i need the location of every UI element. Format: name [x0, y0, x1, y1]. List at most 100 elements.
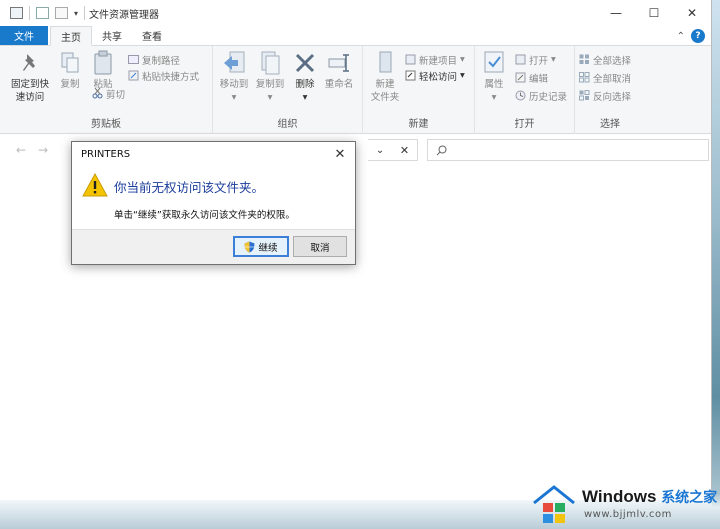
new-group: 新建 文件夹 新建项目 ▾ 轻松访问 ▾ 新建: [363, 46, 475, 134]
copy-to-chevron-icon: ▾: [267, 92, 273, 103]
title-bar: ▾ 文件资源管理器 — ☐ ✕: [0, 0, 711, 26]
dialog-title-bar: PRINTERS ✕: [72, 142, 355, 167]
pin-quick-access-button[interactable]: 固定到快 速访问: [8, 50, 52, 104]
minimize-button[interactable]: —: [597, 0, 635, 26]
dialog-footer: 继续 取消: [72, 229, 355, 264]
select-none-icon: [579, 72, 590, 83]
ribbon-collapse-chevron-icon[interactable]: ⌃: [677, 31, 685, 42]
new-folder-icon: [373, 50, 397, 76]
continue-label: 继续: [258, 242, 278, 254]
history-button[interactable]: 历史记录: [515, 88, 567, 103]
dialog-body: 你当前无权访问该文件夹。 单击“继续”获取永久访问该文件夹的权限。: [72, 167, 355, 230]
tab-view[interactable]: 查看: [132, 26, 172, 45]
open-icon: [515, 54, 526, 65]
invert-selection-button[interactable]: 反向选择: [579, 88, 631, 103]
paste-shortcut-button[interactable]: 粘贴快捷方式: [128, 68, 199, 83]
copy-button[interactable]: 复制: [56, 50, 84, 91]
open-chevron-icon: ▾: [551, 54, 556, 65]
copy-icon: [58, 50, 82, 76]
cancel-label: 取消: [310, 242, 330, 254]
copy-to-label: 复制到: [255, 79, 285, 90]
copy-path-button[interactable]: 复制路径: [128, 52, 180, 67]
properties-label: 属性: [484, 79, 504, 90]
select-all-button[interactable]: 全部选择: [579, 52, 631, 67]
new-item-icon: [405, 54, 416, 65]
site-watermark: Windows 系统之家 www.bjjmlv.com: [530, 481, 720, 529]
edit-button[interactable]: 编辑: [515, 70, 548, 85]
delete-x-icon: [293, 50, 317, 76]
delete-chevron-icon: ▾: [302, 92, 308, 103]
easy-access-button[interactable]: 轻松访问 ▾: [405, 68, 465, 83]
delete-label: 删除: [295, 79, 315, 90]
forward-arrow-icon[interactable]: →: [38, 143, 48, 157]
select-none-button[interactable]: 全部取消: [579, 70, 631, 85]
invert-selection-label: 反向选择: [593, 91, 632, 103]
toolbar-separator: [84, 6, 86, 20]
cut-button[interactable]: 剪切: [92, 86, 125, 101]
continue-button[interactable]: 继续: [233, 236, 289, 257]
dialog-main-message: 你当前无权访问该文件夹。: [114, 180, 265, 195]
select-group: 全部选择 全部取消 反向选择 选择: [575, 46, 645, 134]
invert-selection-icon: [579, 90, 590, 101]
open-button[interactable]: 打开 ▾: [515, 52, 556, 67]
watermark-url: www.bjjmlv.com: [584, 509, 672, 520]
address-clear-x-icon[interactable]: ✕: [400, 144, 409, 157]
copy-label: 复制: [60, 79, 80, 90]
select-all-icon: [579, 54, 590, 65]
pin-label-line2: 速访问: [15, 92, 45, 103]
new-item-label: 新建项目: [419, 55, 458, 67]
select-none-label: 全部取消: [593, 73, 632, 85]
history-label: 历史记录: [529, 91, 568, 103]
tab-file[interactable]: 文件: [0, 26, 48, 45]
paste-button[interactable]: 粘贴: [88, 50, 118, 91]
address-bar-controls: ⌄ ✕: [368, 139, 418, 161]
properties-quick-icon[interactable]: [36, 7, 49, 19]
tab-share[interactable]: 共享: [92, 26, 132, 45]
close-window-button[interactable]: ✕: [673, 0, 711, 26]
uac-shield-icon: [244, 241, 255, 252]
dialog-sub-message: 单击“继续”获取永久访问该文件夹的权限。: [114, 210, 295, 221]
rename-label: 重命名: [324, 79, 354, 90]
windows-house-logo-icon: [533, 485, 575, 523]
copy-path-icon: [128, 54, 139, 65]
search-input[interactable]: [427, 139, 709, 161]
edit-icon: [515, 72, 526, 83]
paste-shortcut-label: 粘贴快捷方式: [142, 71, 200, 83]
new-folder-button[interactable]: 新建 文件夹: [367, 50, 403, 104]
move-to-button[interactable]: 移动到 ▾: [217, 50, 251, 104]
paste-shortcut-icon: [128, 70, 139, 81]
easy-access-icon: [405, 70, 416, 81]
move-to-icon: [222, 50, 246, 76]
organize-group-label: 组织: [277, 119, 298, 130]
watermark-brand: Windows 系统之家: [582, 487, 717, 507]
properties-check-icon: [482, 50, 506, 76]
rename-icon: [327, 50, 351, 76]
pin-label-line1: 固定到快: [10, 79, 49, 90]
customize-toolbar-chevron-icon[interactable]: ▾: [74, 9, 78, 18]
watermark-site-name: 系统之家: [661, 489, 718, 505]
warning-icon: [82, 172, 108, 200]
copy-to-button[interactable]: 复制到 ▾: [253, 50, 287, 104]
toolbar-separator: [29, 6, 30, 20]
dialog-title: PRINTERS: [81, 149, 131, 160]
properties-button[interactable]: 属性 ▾: [479, 50, 509, 104]
address-dropdown-chevron-icon[interactable]: ⌄: [376, 145, 384, 156]
new-item-button[interactable]: 新建项目 ▾: [405, 52, 465, 67]
rename-button[interactable]: 重命名: [321, 50, 357, 91]
open-label: 打开: [529, 55, 549, 67]
delete-button[interactable]: 删除 ▾: [291, 50, 319, 104]
new-folder-quick-icon[interactable]: [55, 7, 68, 19]
tab-home[interactable]: 主页: [50, 26, 92, 46]
ribbon-tabs: 文件 主页 共享 查看 ⌃ ?: [0, 26, 711, 46]
watermark-windows-text: Windows: [582, 487, 657, 506]
help-icon[interactable]: ?: [691, 29, 705, 43]
clipboard-group: 固定到快 速访问 复制 粘贴 复制路径 粘贴快捷方式 剪切 剪贴板: [0, 46, 213, 134]
explorer-app-icon: [10, 7, 23, 19]
paste-icon: [91, 50, 115, 76]
cancel-button[interactable]: 取消: [293, 236, 347, 257]
dialog-close-button[interactable]: ✕: [329, 144, 351, 164]
back-arrow-icon[interactable]: ←: [16, 143, 26, 157]
cut-label: 剪切: [106, 89, 126, 101]
maximize-button[interactable]: ☐: [635, 0, 673, 26]
clipboard-group-label: 剪贴板: [91, 119, 121, 130]
